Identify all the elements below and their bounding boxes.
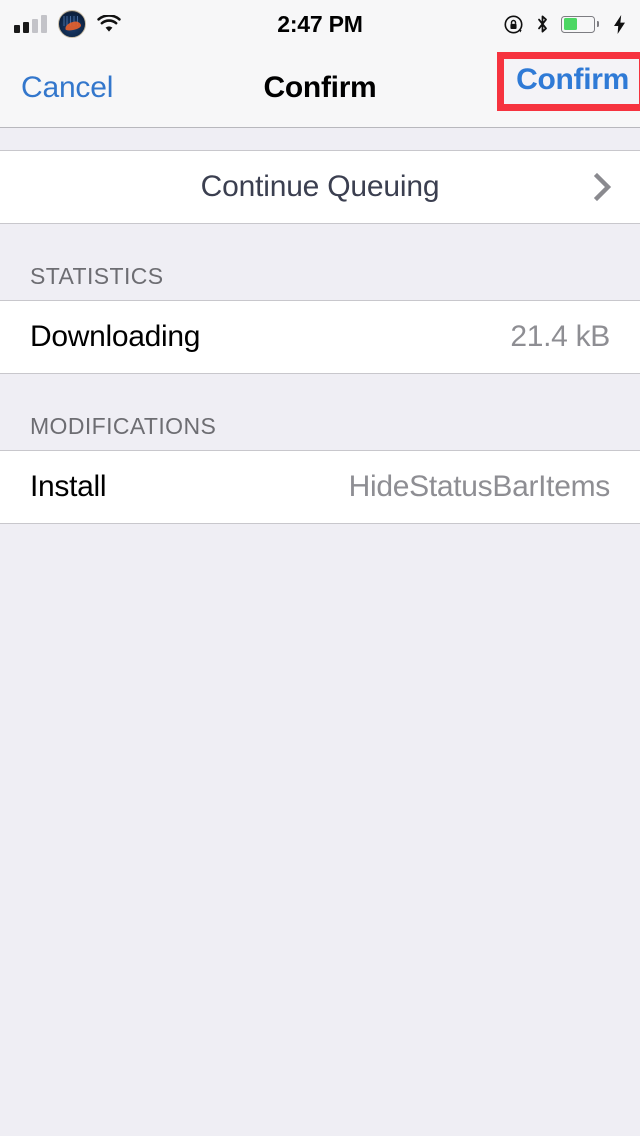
continue-queuing-row[interactable]: Continue Queuing bbox=[0, 150, 640, 224]
row-label: Downloading bbox=[30, 320, 201, 353]
charging-bolt-icon bbox=[614, 14, 625, 34]
modifications-row-install[interactable]: Install HideStatusBarItems bbox=[0, 450, 640, 524]
navigation-bar: Cancel Confirm Confirm bbox=[0, 48, 640, 128]
confirm-button-highlight: Confirm bbox=[497, 52, 640, 111]
row-label: Install bbox=[30, 470, 107, 503]
continue-queuing-label: Continue Queuing bbox=[200, 170, 440, 203]
top-spacer bbox=[0, 128, 640, 150]
section-header-statistics: STATISTICS bbox=[0, 224, 640, 300]
row-value: HideStatusBarItems bbox=[348, 470, 611, 503]
bluetooth-icon bbox=[538, 15, 547, 33]
row-value: 21.4 kB bbox=[510, 320, 610, 353]
confirm-button[interactable]: Confirm bbox=[516, 63, 629, 96]
rotation-lock-icon bbox=[504, 14, 523, 34]
app-screen: 2:47 PM Cancel Confirm Confirm Continue … bbox=[0, 0, 640, 1136]
section-header-modifications: MODIFICATIONS bbox=[0, 374, 640, 450]
statistics-row-downloading[interactable]: Downloading 21.4 kB bbox=[0, 300, 640, 374]
chevron-right-icon bbox=[594, 173, 612, 201]
status-bar: 2:47 PM bbox=[0, 0, 640, 48]
battery-icon bbox=[561, 15, 599, 33]
content-area: Continue Queuing STATISTICS Downloading … bbox=[0, 128, 640, 1136]
status-bar-right bbox=[503, 0, 626, 48]
